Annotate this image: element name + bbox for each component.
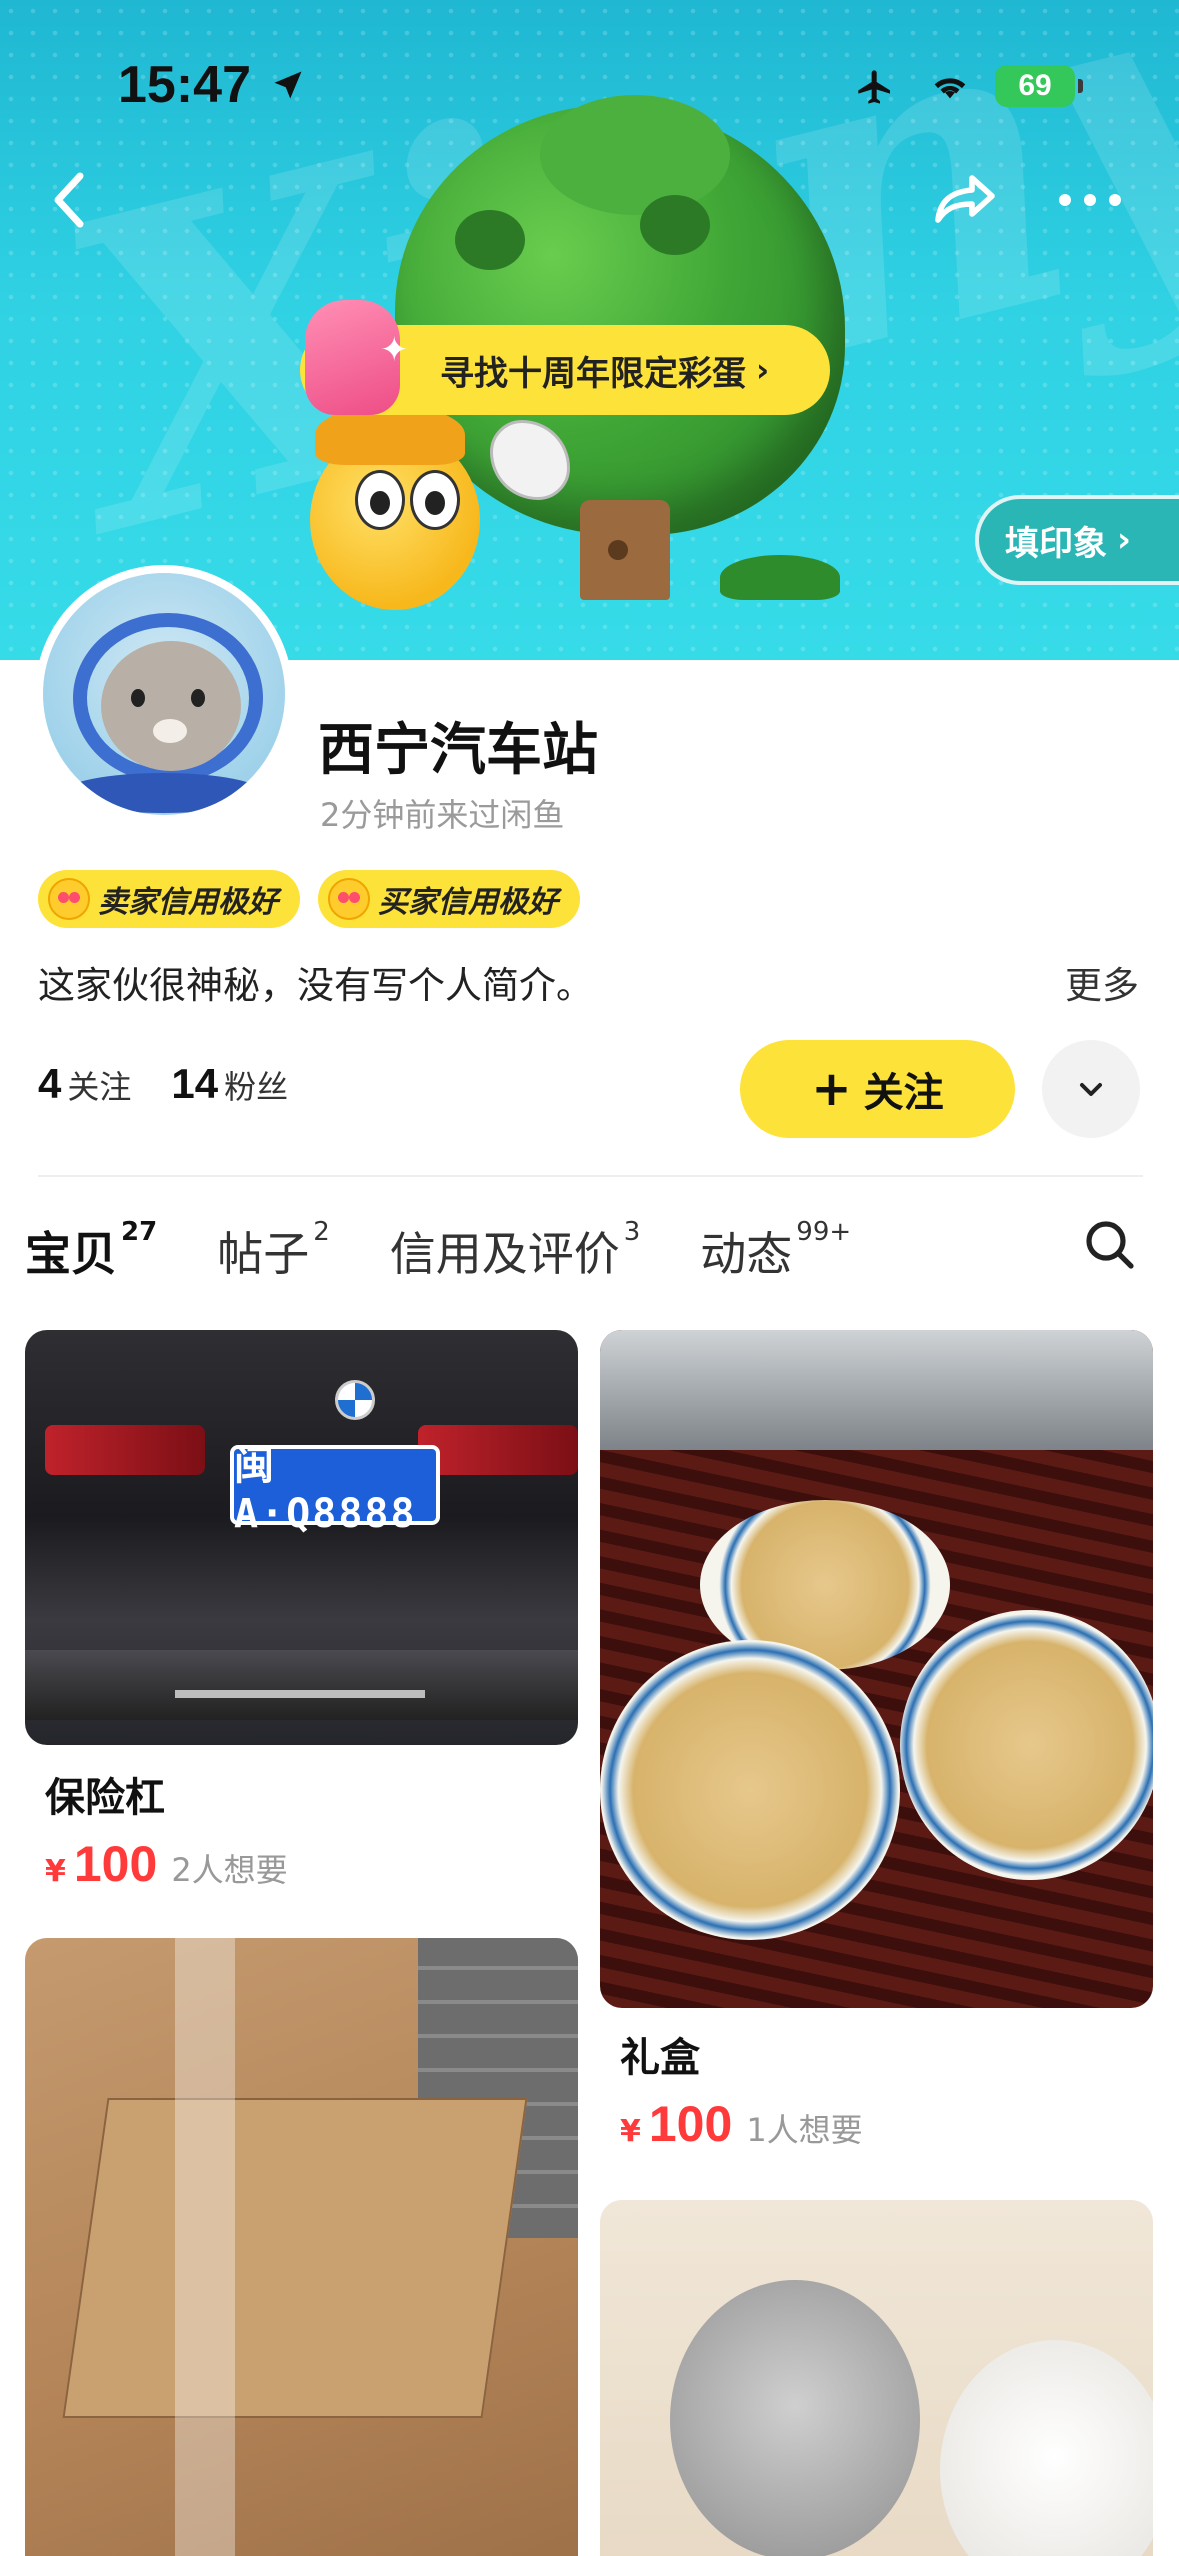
food-bowl — [900, 1610, 1153, 1880]
tree-top — [540, 95, 730, 215]
fill-impression-label: 填印象 — [1005, 523, 1107, 564]
photo-background — [600, 1330, 1153, 1450]
currency-symbol: ¥ — [45, 1854, 66, 1889]
wanted-count: 2人想要 — [171, 1851, 288, 1889]
product-image-boxes[interactable] — [25, 1938, 578, 2556]
back-button[interactable] — [30, 160, 110, 240]
tab-activity[interactable]: 动态 99+ — [700, 1210, 851, 1284]
following-stat[interactable]: 4 关注 — [38, 1060, 131, 1108]
tab-label: 宝贝 — [25, 1227, 117, 1281]
profile-banner: Xianyu 15:47 69 寻找十周年限定彩蛋 › ✦ 填印象 › — [0, 0, 1179, 660]
grey-poodle — [670, 2280, 920, 2556]
fill-impression-button[interactable]: 填印象 › — [975, 495, 1179, 585]
chevron-right-icon: › — [756, 351, 770, 389]
credit-badges: 卖家信用极好 买家信用极好 — [38, 870, 580, 928]
share-button[interactable] — [925, 160, 1005, 240]
cardboard-box — [62, 2098, 528, 2418]
wifi-icon — [934, 78, 966, 99]
currency-symbol: ¥ — [620, 2114, 641, 2149]
follow-button[interactable]: + 关注 — [740, 1040, 1015, 1138]
product-image-gift-box[interactable] — [600, 1330, 1153, 2008]
avatar-base — [63, 773, 263, 813]
profile-name: 西宁汽车站 — [318, 718, 598, 783]
profile-tabs: 宝贝 27 帖子 2 信用及评价 3 动态 99+ — [25, 1210, 911, 1290]
tab-count: 99+ — [796, 1216, 852, 1247]
bumper-trim — [175, 1690, 425, 1698]
tail-light — [45, 1425, 205, 1475]
profile-stats: 4 关注 14 粉丝 — [38, 1060, 288, 1108]
avatar-image — [43, 573, 285, 815]
wanted-count: 1人想要 — [746, 2111, 863, 2149]
tail-light — [418, 1425, 578, 1475]
bio-more-link[interactable]: 更多 — [1065, 955, 1139, 1009]
airplane-mode-icon — [858, 70, 890, 104]
mascot-eye — [355, 470, 405, 530]
white-poodle — [940, 2340, 1153, 2556]
tree-eye — [640, 195, 710, 255]
magic-wand-icon: ✦ — [380, 330, 409, 370]
chevron-left-icon — [54, 172, 84, 228]
car-logo — [335, 1380, 375, 1420]
section-divider — [38, 1175, 1143, 1177]
leaf-pile — [720, 555, 840, 600]
chevron-down-icon — [1080, 1083, 1102, 1096]
search-icon — [1086, 1221, 1134, 1269]
search-button[interactable] — [1075, 1210, 1145, 1280]
battery-level: 69 — [1018, 69, 1052, 102]
following-count: 4 — [38, 1060, 62, 1107]
seller-credit-badge[interactable]: 卖家信用极好 — [38, 870, 300, 928]
tab-items[interactable]: 宝贝 27 — [25, 1210, 157, 1284]
product-image-bumper[interactable]: 闽A·Q8888 — [25, 1330, 578, 1745]
product-price: 100 — [648, 2096, 733, 2152]
mascot-eye — [410, 470, 460, 530]
light-glare — [175, 1938, 235, 2556]
tab-count: 27 — [121, 1216, 158, 1247]
product-price-row: ¥ 100 2人想要 — [45, 1835, 288, 1893]
tab-count: 3 — [623, 1216, 641, 1247]
license-plate: 闽A·Q8888 — [230, 1443, 440, 1537]
more-options-button[interactable] — [1050, 160, 1130, 240]
tree-trunk — [580, 500, 670, 600]
tab-credit-reviews[interactable]: 信用及评价 3 — [390, 1210, 641, 1284]
following-label: 关注 — [67, 1068, 132, 1106]
buyer-credit-label: 买家信用极好 — [378, 885, 558, 920]
status-time: 15:47 — [118, 56, 251, 114]
tab-posts[interactable]: 帖子 2 — [217, 1210, 330, 1284]
product-price: 100 — [73, 1836, 158, 1892]
tab-label: 动态 — [700, 1227, 793, 1281]
followers-stat[interactable]: 14 粉丝 — [171, 1060, 288, 1108]
product-image-dogs[interactable] — [600, 2200, 1153, 2556]
profile-dropdown-button[interactable] — [1042, 1040, 1140, 1138]
followers-count: 14 — [171, 1060, 219, 1107]
heart-eyes-icon — [328, 878, 370, 920]
plus-icon: + — [811, 1061, 852, 1117]
food-bowl — [600, 1640, 900, 1940]
tab-label: 信用及评价 — [389, 1227, 620, 1281]
product-price-row: ¥ 100 1人想要 — [620, 2095, 863, 2153]
profile-bio: 这家伙很神秘，没有写个人简介。 — [38, 964, 593, 1007]
last-seen-text: 2分钟前来过闲鱼 — [320, 796, 565, 834]
bumper — [25, 1650, 578, 1720]
seller-credit-label: 卖家信用极好 — [98, 885, 278, 920]
tab-label: 帖子 — [217, 1227, 310, 1281]
egg-banner-label: 寻找十周年限定彩蛋 — [440, 353, 746, 394]
avatar[interactable] — [35, 565, 293, 823]
tree-eye — [455, 210, 525, 270]
follow-button-label: 关注 — [863, 1070, 944, 1116]
tab-count: 2 — [313, 1216, 330, 1247]
product-title[interactable]: 礼盒 — [620, 2025, 700, 2083]
more-dots-icon — [1059, 194, 1121, 206]
seal-face — [101, 641, 241, 771]
product-title[interactable]: 保险杠 — [45, 1765, 165, 1823]
battery-indicator: 69 — [995, 65, 1083, 107]
share-icon — [935, 175, 995, 223]
chevron-right-icon: › — [1117, 520, 1132, 560]
heart-eyes-icon — [48, 878, 90, 920]
buyer-credit-badge[interactable]: 买家信用极好 — [318, 870, 580, 928]
followers-label: 粉丝 — [224, 1068, 289, 1106]
location-arrow-icon — [274, 71, 302, 99]
